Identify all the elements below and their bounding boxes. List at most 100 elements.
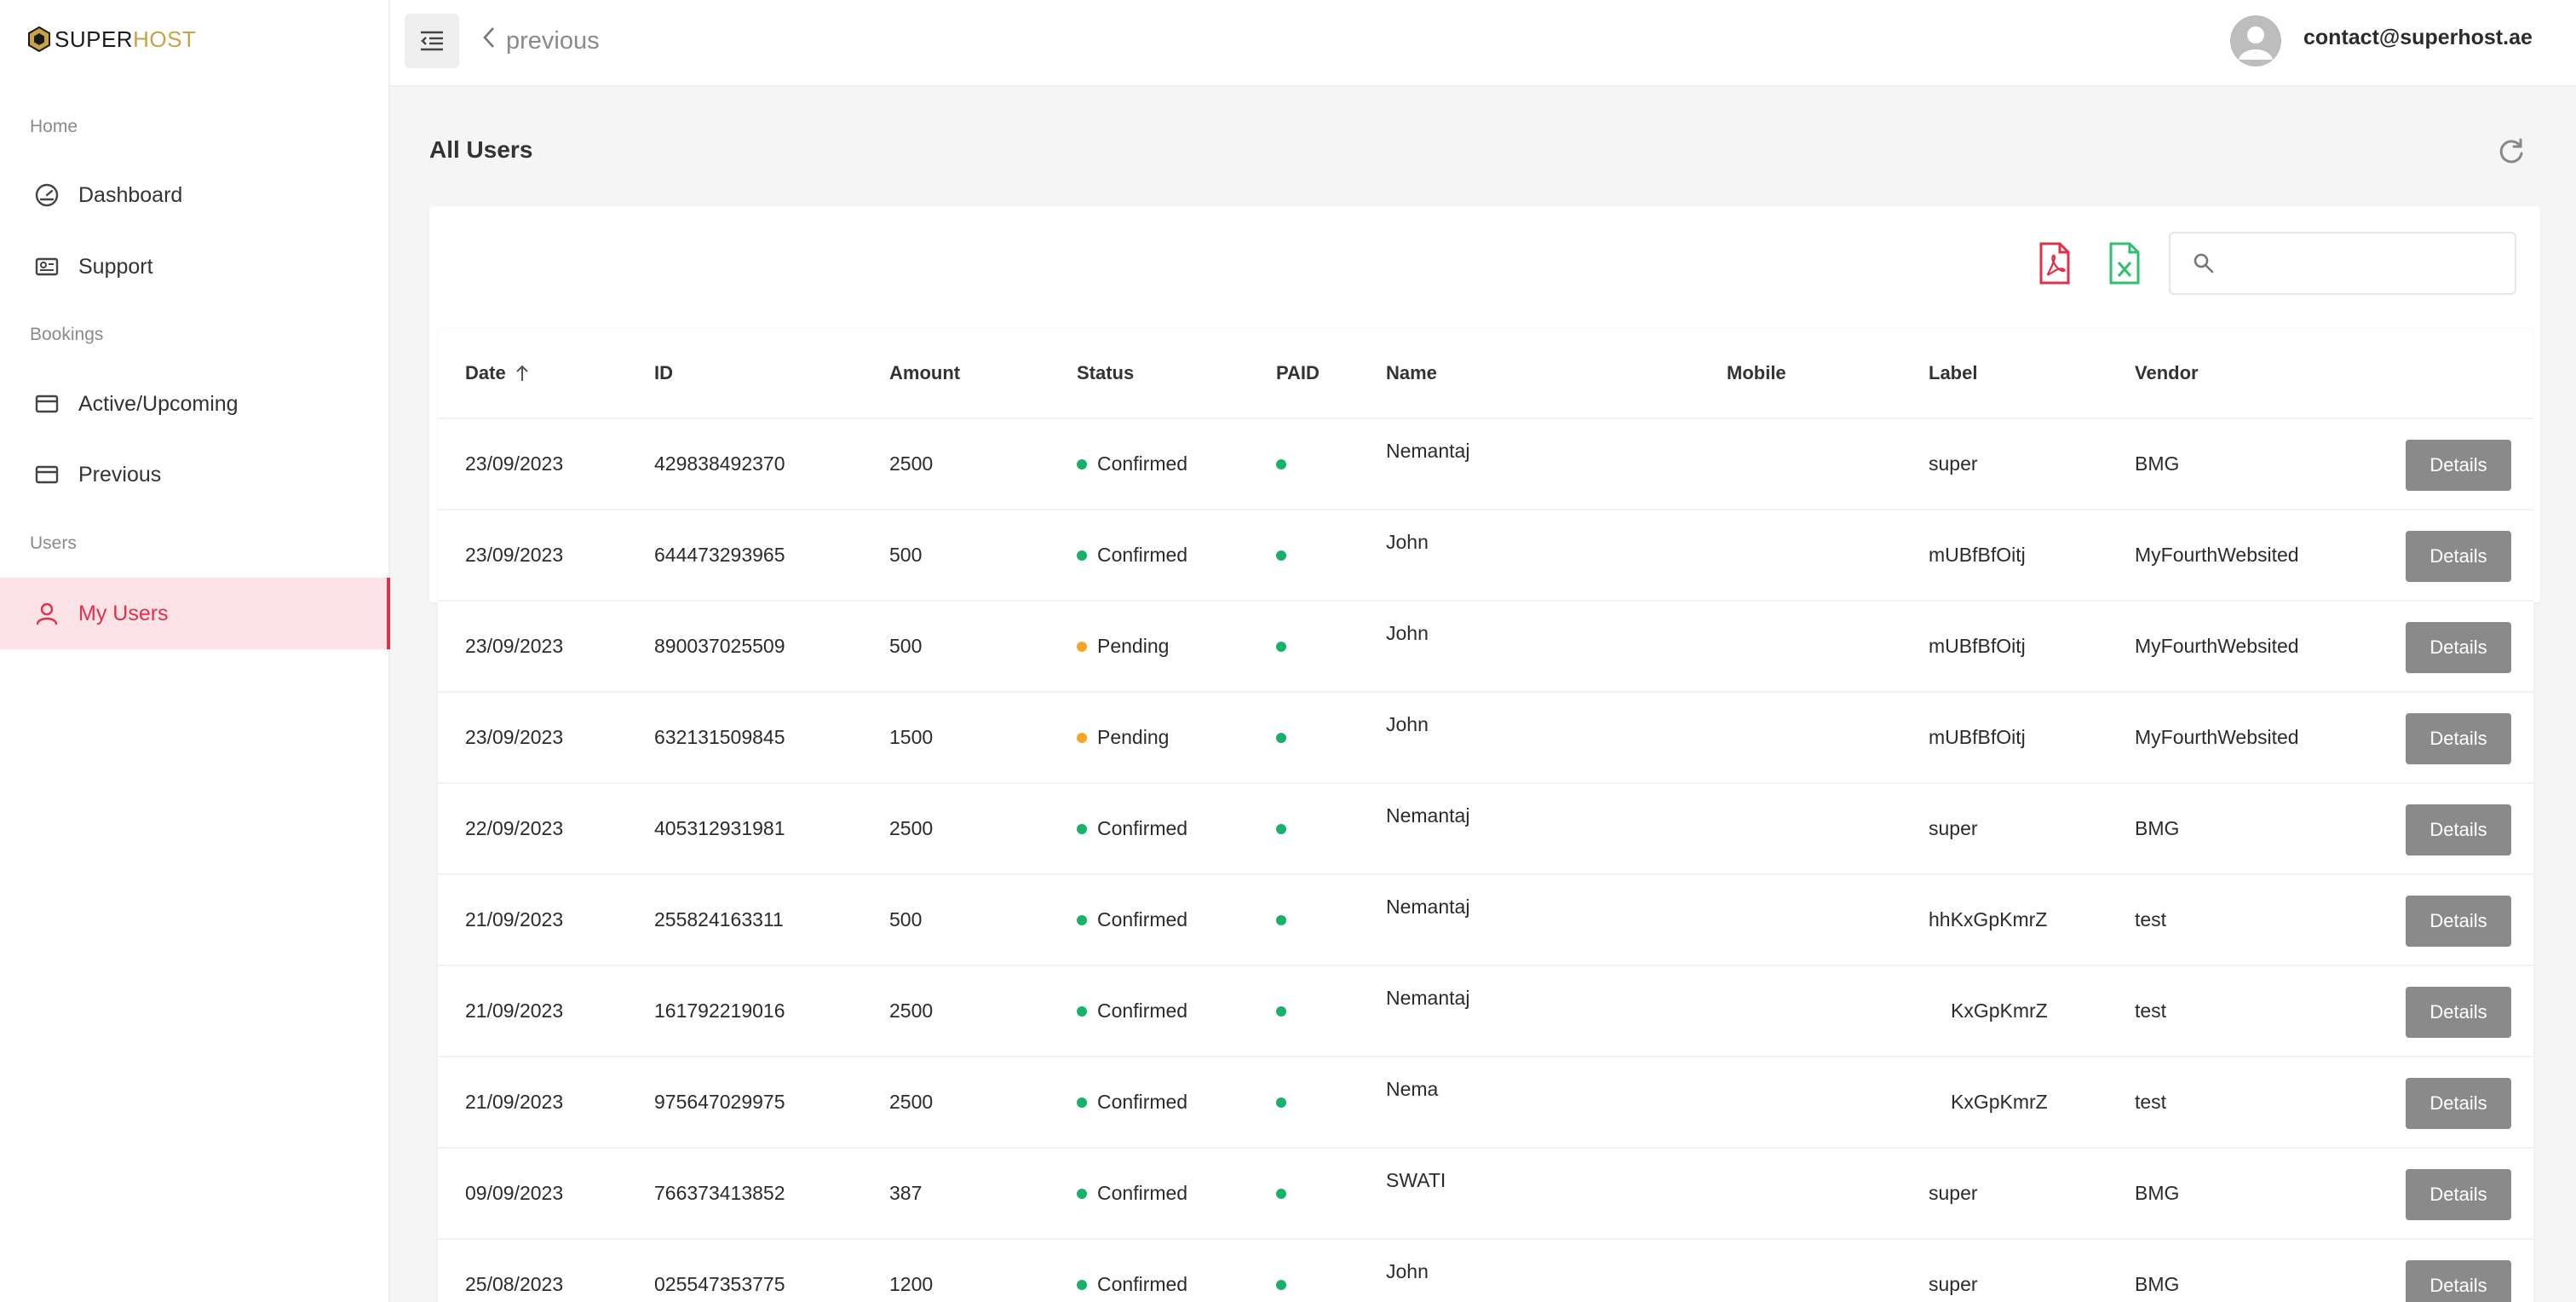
chevron-left-icon [482,26,496,56]
table-header-row: Date ID Amount Status PAID Name Mobile L… [438,329,2533,419]
status-label: Confirmed [1097,1182,1188,1204]
table-row: 22/09/2023 405312931981 2500 Confirmed Neman… [438,784,2533,875]
column-header-name[interactable]: Name [1386,329,1437,418]
cell-name: John [1386,622,1429,644]
brand-super-text: SUPER [55,26,134,52]
table-row: 09/09/2023 766373413852 387 Confirmed SWATI s… [438,1149,2533,1240]
search-icon [2193,252,2215,279]
cell-date: 21/09/2023 [465,1091,564,1113]
cell-id: 405312931981 [654,817,785,839]
cell-amount: 2500 [889,452,934,475]
user-email[interactable]: contact@superhost.ae [2303,26,2533,50]
cell-paid [1276,966,1286,1056]
details-button[interactable]: Details [2406,1078,2511,1129]
details-button[interactable]: Details [2406,1169,2511,1220]
cell-id: 975647029975 [654,1091,785,1113]
sidebar: SUPER HOST Home Dashboard Support Booking… [0,0,390,1302]
export-pdf-button[interactable] [2036,242,2073,285]
avatar[interactable] [2230,15,2281,66]
details-button[interactable]: Details [2406,622,2511,673]
cell-label: KxGpKmrZ [1951,1091,2048,1113]
sidebar-item-dashboard[interactable]: Dashboard [0,159,390,231]
cell-vendor: BMG [2135,452,2180,475]
column-header-status[interactable]: Status [1077,329,1134,418]
cell-paid [1276,1240,1286,1302]
details-button[interactable]: Details [2406,1260,2511,1302]
paid-dot-icon [1276,823,1286,834]
export-excel-button[interactable] [2106,242,2143,285]
card-icon [32,389,61,418]
cell-label: mUBfBfOitj [1929,726,2026,748]
support-card-icon [32,252,61,281]
paid-dot-icon [1276,1188,1286,1199]
status-dot-icon [1077,1188,1087,1199]
search-field[interactable] [2169,232,2516,295]
previous-link[interactable]: previous [482,20,600,61]
column-header-paid[interactable]: PAID [1276,329,1320,418]
cell-amount: 500 [889,544,923,566]
column-header-id[interactable]: ID [654,329,673,418]
cell-status: Confirmed [1077,1240,1187,1302]
cell-id: 766373413852 [654,1182,785,1204]
menu-toggle-button[interactable] [405,14,459,68]
refresh-button[interactable] [2496,136,2527,167]
table-row: 25/08/2023 025547353775 1200 Confirmed John s… [438,1240,2533,1302]
cell-label: KxGpKmrZ [1951,1000,2048,1022]
section-title-users: Users [30,533,77,553]
sidebar-item-active-upcoming[interactable]: Active/Upcoming [0,368,390,440]
paid-dot-icon [1276,641,1286,652]
table-row: 21/09/2023 975647029975 2500 Confirmed Nema K… [438,1057,2533,1149]
cell-vendor: test [2135,1091,2167,1113]
cell-id: 890037025509 [654,635,785,657]
cell-status: Confirmed [1077,966,1187,1056]
sidebar-item-previous[interactable]: Previous [0,439,390,510]
paid-dot-icon [1276,550,1286,561]
cell-name: Nemantaj [1386,804,1470,827]
paid-dot-icon [1276,1097,1286,1108]
details-button[interactable]: Details [2406,440,2511,491]
status-dot-icon [1077,914,1087,925]
column-header-label: Date [465,362,506,383]
sidebar-item-support[interactable]: Support [0,231,390,302]
cell-status: Confirmed [1077,1149,1187,1238]
cell-date: 23/09/2023 [465,635,564,657]
status-dot-icon [1077,641,1087,652]
status-label: Confirmed [1097,452,1188,475]
sidebar-item-my-users[interactable]: My Users [0,578,390,649]
details-button[interactable]: Details [2406,713,2511,764]
details-button[interactable]: Details [2406,896,2511,947]
cell-name: Nemantaj [1386,987,1470,1009]
section-title-home: Home [30,117,78,136]
sidebar-item-label: Dashboard [78,182,183,207]
pdf-file-icon [2039,242,2070,285]
cell-paid [1276,1057,1286,1147]
cell-paid [1276,510,1286,600]
status-dot-icon [1077,1005,1087,1017]
menu-collapse-icon [421,31,443,51]
cell-name: John [1386,713,1429,735]
column-header-mobile[interactable]: Mobile [1727,329,1786,418]
column-header-vendor[interactable]: Vendor [2135,329,2199,418]
details-button[interactable]: Details [2406,804,2511,856]
details-button[interactable]: Details [2406,987,2511,1038]
column-header-label[interactable]: Label [1929,329,1977,418]
status-label: Confirmed [1097,544,1188,566]
cell-name: Nemantaj [1386,440,1470,462]
refresh-icon [2499,138,2523,164]
brand-logo[interactable]: SUPER HOST [27,22,196,56]
cell-paid [1276,602,1286,691]
cell-vendor: BMG [2135,1182,2180,1204]
cell-id: 632131509845 [654,726,785,748]
cell-label: mUBfBfOitj [1929,635,2026,657]
sort-arrow-up-icon [515,364,530,383]
column-header-amount[interactable]: Amount [889,329,960,418]
cell-label: super [1929,817,1978,839]
column-header-date[interactable]: Date [465,329,530,418]
cell-amount: 2500 [889,1091,934,1113]
cell-vendor: BMG [2135,1273,2180,1295]
status-dot-icon [1077,458,1087,470]
cell-amount: 2500 [889,817,934,839]
cell-id: 644473293965 [654,544,785,566]
search-input[interactable] [2225,245,2498,283]
details-button[interactable]: Details [2406,531,2511,582]
